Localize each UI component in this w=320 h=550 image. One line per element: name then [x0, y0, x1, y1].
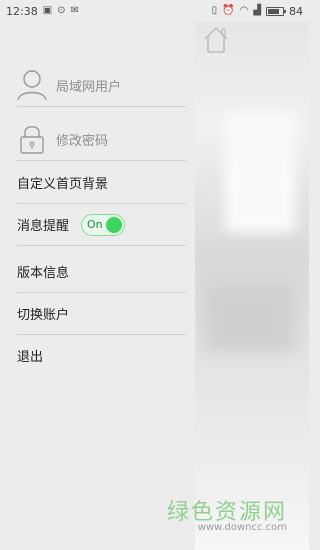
- toggle-knob: [106, 216, 123, 233]
- signal-icon: ▟: [253, 5, 261, 16]
- battery-percent: 84: [289, 4, 303, 18]
- menu-version-info[interactable]: 版本信息: [17, 251, 186, 293]
- notification-toggle[interactable]: On: [81, 213, 126, 236]
- change-password-label: 修改密码: [56, 133, 109, 149]
- vibrate-icon: ▯: [211, 5, 218, 16]
- home-icon[interactable]: [202, 24, 230, 54]
- status-bar: 12:38 ▣ ⊙ ✉ ▯ ⏰ ◠ ▟ 84: [0, 0, 309, 22]
- menu-logout-label: 退出: [17, 350, 44, 365]
- menu-notifications-label: 消息提醒: [17, 219, 70, 234]
- menu-custom-background-label: 自定义首页背景: [17, 177, 109, 192]
- menu-logout[interactable]: 退出: [17, 335, 186, 376]
- toggle-state: On: [87, 218, 103, 231]
- battery-icon: [266, 6, 286, 16]
- menu-notifications[interactable]: 消息提醒 On: [17, 204, 186, 246]
- change-password-row[interactable]: 修改密码: [17, 118, 186, 161]
- menu-switch-account[interactable]: 切换账户: [17, 293, 186, 335]
- user-row[interactable]: 局域网用户: [17, 64, 186, 107]
- status-time: 12:38: [6, 4, 38, 18]
- user-icon: [17, 70, 47, 101]
- wifi-icon: ◠: [239, 5, 249, 16]
- lock-icon: [20, 126, 44, 154]
- watermark-url: www.downcc.com: [197, 522, 287, 533]
- menu-custom-background[interactable]: 自定义首页背景: [17, 162, 186, 204]
- background-image[interactable]: [195, 22, 309, 550]
- user-label: 局域网用户: [56, 79, 122, 95]
- image-icon: ▣: [42, 5, 53, 16]
- side-drawer: 局域网用户 修改密码 自定义首页背景 消息提醒 On 版本信息 切换账户 退出: [0, 22, 195, 550]
- menu-version-info-label: 版本信息: [17, 266, 70, 281]
- alarm-icon: ⏰: [222, 5, 235, 16]
- check-circle-icon: ⊙: [57, 5, 66, 16]
- mail-icon: ✉: [70, 5, 79, 16]
- menu-switch-account-label: 切换账户: [17, 308, 70, 323]
